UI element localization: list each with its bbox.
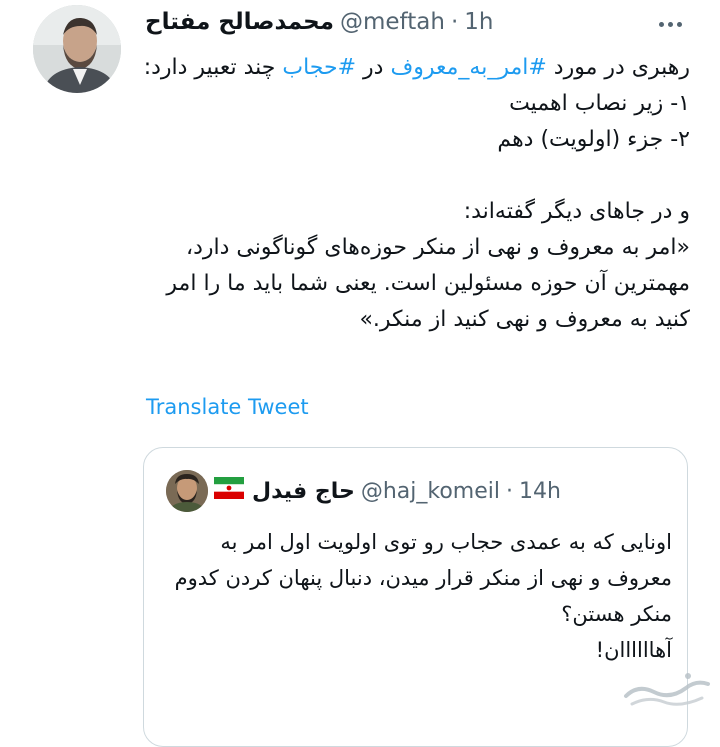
tweet-item-1: ۱- زیر نصاب اهمیت xyxy=(509,91,690,116)
author-avatar[interactable] xyxy=(33,5,121,93)
text-span: در xyxy=(356,55,391,80)
quoted-paragraph-1: اونایی که به عمدی حجاب رو توی اولویت اول… xyxy=(174,530,672,626)
more-horizontal-icon[interactable] xyxy=(650,10,690,38)
text-span: رهبری در مورد xyxy=(546,55,690,80)
tweet-time[interactable]: 1h xyxy=(464,9,493,35)
hashtag-hejab[interactable]: #حجاب xyxy=(282,55,356,80)
separator-dot: · xyxy=(450,9,459,35)
quoted-author-handle[interactable]: @haj_komeil xyxy=(361,479,500,504)
tweet-paragraph-1: رهبری در مورد #امر_به_معروف در #حجاب چند… xyxy=(142,50,690,86)
iran-flag-icon xyxy=(214,477,244,505)
quoted-time[interactable]: 14h xyxy=(519,479,561,504)
quoted-text: اونایی که به عمدی حجاب رو توی اولویت اول… xyxy=(166,524,672,668)
text-span: چند تعبیر دارد: xyxy=(143,55,283,80)
quoted-author-avatar[interactable] xyxy=(166,470,208,512)
tweet-header: محمدصالح مفتاح @meftah · 1h xyxy=(145,4,493,40)
quoted-tweet[interactable]: حاج فیدل @haj_komeil · 14h اونایی که به … xyxy=(143,447,688,747)
author-name[interactable]: محمدصالح مفتاح xyxy=(145,9,334,35)
tweet-quote-text: «امر به معروف و نهی از منکر حوزه‌های گون… xyxy=(166,235,690,332)
tweet[interactable]: محمدصالح مفتاح @meftah · 1h رهبری در مور… xyxy=(0,0,720,747)
separator-dot: · xyxy=(505,478,513,504)
author-handle[interactable]: @meftah xyxy=(340,9,445,35)
tweet-paragraph-2: و در جاهای دیگر گفته‌اند: xyxy=(463,199,690,224)
quoted-paragraph-2: آهاااااان! xyxy=(595,638,672,662)
tweet-item-2: ۲- جزء (اولویت) دهم xyxy=(497,127,690,152)
quoted-author-name[interactable]: حاج فیدل xyxy=(252,479,355,504)
quoted-header: حاج فیدل @haj_komeil · 14h xyxy=(214,474,561,508)
tweet-text: رهبری در مورد #امر_به_معروف در #حجاب چند… xyxy=(142,50,690,338)
hashtag-amr-be-maroof[interactable]: #امر_به_معروف xyxy=(390,55,546,80)
translate-tweet-link[interactable]: Translate Tweet xyxy=(146,395,309,419)
watermark-logo xyxy=(618,666,714,712)
